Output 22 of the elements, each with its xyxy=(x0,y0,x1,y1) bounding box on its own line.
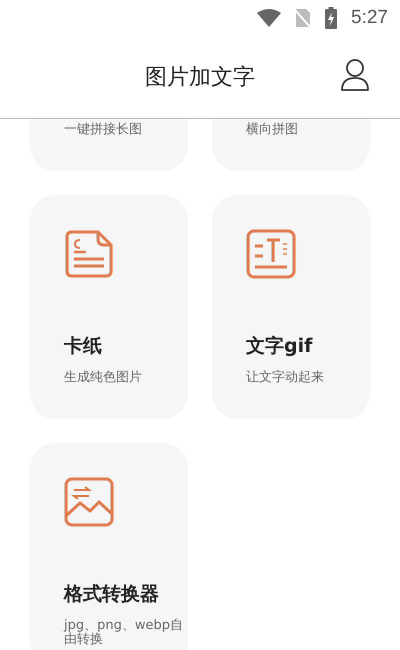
tool-description: 一键拼接长图 xyxy=(64,123,143,137)
tool-title: 卡纸 xyxy=(64,334,102,359)
tool-description: 让文字动起来 xyxy=(246,371,325,385)
tool-card[interactable]: 格式转换器 jpg、png、webp自由转换 xyxy=(30,443,188,650)
text-document-icon xyxy=(246,229,296,279)
wifi-icon xyxy=(257,9,282,27)
document-icon xyxy=(64,229,114,279)
no-sim-icon xyxy=(295,8,312,28)
tool-card[interactable]: 卡纸 生成纯色图片 xyxy=(30,195,188,419)
tool-description: 横向拼图 xyxy=(246,123,299,137)
profile-icon[interactable] xyxy=(340,58,370,92)
tool-description: 生成纯色图片 xyxy=(64,371,143,385)
clock-time: 5:27 xyxy=(351,7,388,29)
image-swap-icon xyxy=(64,477,114,527)
tool-title: 格式转换器 xyxy=(64,582,159,607)
tool-card[interactable]: 文字gif 让文字动起来 xyxy=(212,195,370,419)
tool-card[interactable]: 横向拼图 xyxy=(212,119,370,171)
tool-description: jpg、png、webp自由转换 xyxy=(64,619,184,647)
page-title: 图片加文字 xyxy=(145,64,255,92)
tool-title: 文字gif xyxy=(246,334,312,359)
tool-card[interactable]: 一键拼接长图 xyxy=(30,119,188,171)
battery-charging-icon xyxy=(325,7,338,29)
